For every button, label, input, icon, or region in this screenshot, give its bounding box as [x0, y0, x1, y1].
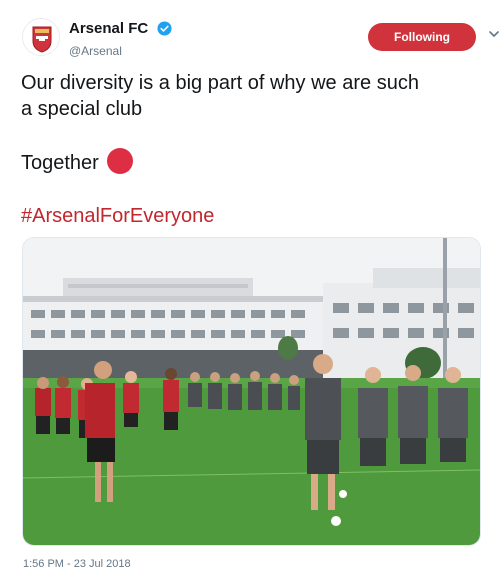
account-name-block: Arsenal FC @Arsenal: [69, 20, 172, 58]
tweet-timestamp[interactable]: 1:56 PM - 23 Jul 2018: [23, 558, 131, 570]
account-handle[interactable]: @Arsenal: [69, 44, 172, 58]
chevron-down-icon[interactable]: [487, 27, 500, 41]
tweet-photo[interactable]: [22, 237, 481, 546]
hashtag-link[interactable]: #ArsenalForEveryone: [21, 203, 214, 229]
verified-badge-icon: [157, 21, 172, 41]
together-text: Together: [21, 152, 99, 174]
tweet-line-2: a special club: [21, 98, 143, 120]
tweet-body: Our diversity is a big part of why we ar…: [21, 70, 481, 122]
red-circle-emoji: [106, 148, 133, 174]
tweet-header: Arsenal FC @Arsenal Following: [22, 18, 499, 64]
following-button[interactable]: Following: [368, 23, 476, 51]
tweet-together-line: Together: [21, 148, 133, 176]
arsenal-crest-icon[interactable]: [22, 18, 60, 56]
tweet-line-1: Our diversity is a big part of why we ar…: [21, 72, 419, 94]
display-name[interactable]: Arsenal FC: [69, 20, 148, 37]
